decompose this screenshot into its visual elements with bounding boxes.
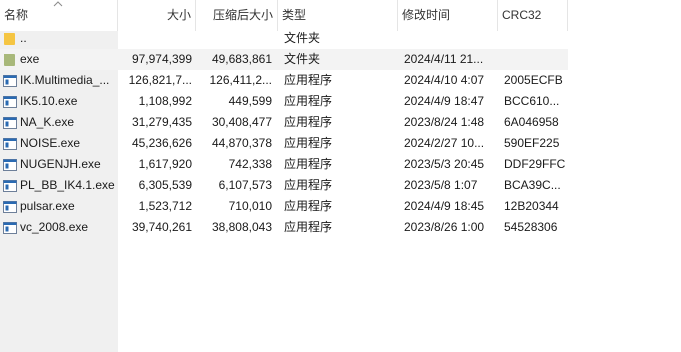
file-crc32 [504,49,566,70]
list-item[interactable]: vc_2008.exe 39,740,261 38,808,043 应用程序 2023/… [0,217,568,238]
file-modified: 2023/8/24 1:48 [404,115,485,129]
file-type: 应用程序 [284,94,333,108]
exe-icon [3,75,17,87]
list-item[interactable]: NOISE.exe 45,236,626 44,870,378 应用程序 2024/2/… [0,133,568,154]
file-size: 1,108,992 [138,94,192,108]
list-item[interactable]: IK.Multimedia_... 126,821,7... 126,411,2..… [0,70,568,91]
file-type: 应用程序 [284,157,333,171]
file-packed-size: 710,010 [228,199,272,213]
column-header-modified-label: 修改时间 [402,8,451,22]
file-name: IK5.10.exe [20,94,78,108]
file-packed-size: 126,411,2... [209,73,273,87]
file-size: 6,305,539 [138,178,192,192]
file-packed-size: 30,408,477 [211,115,272,129]
column-header-type-label: 类型 [282,8,307,22]
file-packed-size: 44,870,378 [211,136,272,150]
file-packed-size: 449,599 [228,94,272,108]
list-item[interactable]: pulsar.exe 1,523,712 710,010 应用程序 2024/4/9 1… [0,196,568,217]
column-header-packed-size[interactable]: 压缩后大小 [196,0,278,31]
file-name: .. [20,31,27,45]
sort-ascending-icon [53,1,63,7]
file-size: 31,279,435 [131,115,192,129]
file-type: 文件夹 [284,31,321,45]
file-type: 应用程序 [284,73,333,87]
file-crc32 [504,28,566,49]
file-name: exe [20,52,40,66]
column-header-size[interactable]: 大小 [118,0,196,31]
column-header-size-label: 大小 [166,8,191,22]
folder-icon [4,33,15,45]
file-modified: 2024/4/10 4:07 [404,73,485,87]
file-size: 45,236,626 [131,136,192,150]
file-size [118,28,192,49]
file-crc32: 54528306 [504,220,558,234]
file-crc32: 590EF225 [504,136,560,150]
file-packed-size: 6,107,573 [218,178,272,192]
file-type: 文件夹 [284,52,321,66]
exe-icon [3,222,17,234]
column-header-name-label: 名称 [4,8,29,22]
file-size: 1,523,712 [138,199,192,213]
column-header-crc32-label: CRC32 [502,8,542,22]
file-size: 39,740,261 [131,220,192,234]
file-crc32: BCA39C... [504,178,561,192]
column-header-type[interactable]: 类型 [278,0,398,31]
folder-icon [4,54,15,66]
file-name: NOISE.exe [20,136,81,150]
file-type: 应用程序 [284,220,333,234]
column-header-bar: 名称 大小 压缩后大小 类型 修改时间 CRC32 [0,0,681,31]
file-packed-size: 38,808,043 [211,220,272,234]
file-type: 应用程序 [284,115,333,129]
exe-icon [3,138,17,150]
file-name: NUGENJH.exe [20,157,101,171]
exe-icon [3,159,17,171]
list-item[interactable]: .. 文件夹 [0,28,568,49]
column-header-name[interactable]: 名称 [0,0,118,31]
list-item[interactable]: PL_BB_IK4.1.exe 6,305,539 6,107,573 应用程序 202… [0,175,568,196]
file-modified: 2024/4/11 21... [404,52,484,66]
file-packed-size [196,28,272,49]
exe-icon [3,180,17,192]
file-modified: 2024/4/9 18:45 [404,199,485,213]
file-type: 应用程序 [284,199,333,213]
file-modified [404,28,498,49]
exe-icon [3,117,17,129]
file-modified: 2023/8/26 1:00 [404,220,485,234]
file-size: 97,974,399 [131,52,192,66]
file-crc32: DDF29FFC [504,157,566,171]
list-item[interactable]: IK5.10.exe 1,108,992 449,599 应用程序 2024/4/9 1… [0,91,568,112]
file-type: 应用程序 [284,136,333,150]
exe-icon [3,96,17,108]
file-crc32: BCC610... [504,94,560,108]
file-type: 应用程序 [284,178,333,192]
file-name: NA_K.exe [20,115,75,129]
file-crc32: 2005ECFB [504,73,563,87]
column-header-modified[interactable]: 修改时间 [398,0,498,31]
file-crc32: 12B20344 [504,199,559,213]
column-header-packed-size-label: 压缩后大小 [212,8,273,22]
file-modified: 2024/2/27 10... [404,136,485,150]
file-name: IK.Multimedia_... [20,73,110,87]
list-item[interactable]: exe 97,974,399 49,683,861 文件夹 2024/4/11 21..… [0,49,568,70]
file-size: 1,617,920 [138,157,192,171]
exe-icon [3,201,17,213]
file-name: pulsar.exe [20,199,75,213]
list-item[interactable]: NUGENJH.exe 1,617,920 742,338 应用程序 2023/5/3 … [0,154,568,175]
file-crc32: 6A046958 [504,115,559,129]
file-packed-size: 49,683,861 [211,52,272,66]
file-modified: 2023/5/3 20:45 [404,157,485,171]
file-name: PL_BB_IK4.1.exe [20,178,115,192]
file-size: 126,821,7... [128,73,192,87]
file-name: vc_2008.exe [20,220,89,234]
file-modified: 2023/5/8 1:07 [404,178,478,192]
file-modified: 2024/4/9 18:47 [404,94,485,108]
file-packed-size: 742,338 [228,157,272,171]
column-header-crc32[interactable]: CRC32 [498,0,568,31]
list-item[interactable]: NA_K.exe 31,279,435 30,408,477 应用程序 2023/8/2… [0,112,568,133]
